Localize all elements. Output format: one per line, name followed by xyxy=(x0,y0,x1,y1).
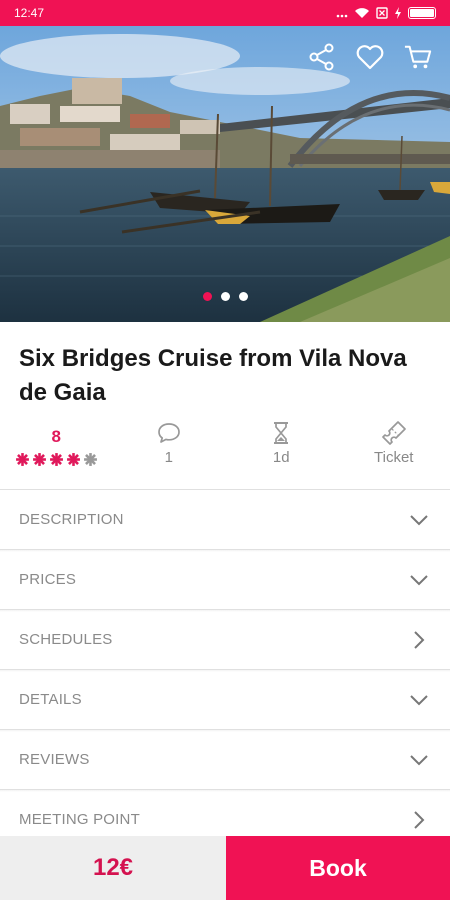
rating-value: 8 xyxy=(51,427,61,446)
star-empty-icon xyxy=(83,453,97,466)
ticket-icon xyxy=(381,421,406,445)
share-button[interactable] xyxy=(308,42,336,72)
section-label: REVIEWS xyxy=(19,751,90,768)
heart-icon xyxy=(356,45,384,70)
cart-button[interactable] xyxy=(404,42,432,72)
carousel-dot-3[interactable] xyxy=(238,292,248,301)
type-value: Ticket xyxy=(374,449,414,466)
carousel-dot-1[interactable] xyxy=(202,292,212,301)
status-bar: 12:47 xyxy=(0,0,450,26)
bottom-bar: 12€ Book xyxy=(0,836,450,900)
duration-stat: 1d xyxy=(225,420,338,480)
chevron-down-icon xyxy=(407,748,431,772)
status-time: 12:47 xyxy=(14,6,45,20)
more-icon xyxy=(336,14,348,18)
book-button[interactable]: Book xyxy=(226,836,450,900)
carousel-dot-2[interactable] xyxy=(220,292,230,301)
chevron-right-icon xyxy=(407,628,431,652)
section-label: DETAILS xyxy=(19,691,82,708)
section-label: SCHEDULES xyxy=(19,631,113,648)
star-filled-icon xyxy=(15,453,29,466)
battery-icon xyxy=(408,7,436,19)
price-label: 12€ xyxy=(0,836,226,900)
section-label: MEETING POINT xyxy=(19,811,140,828)
rating-stat[interactable]: 8 xyxy=(0,420,113,480)
chevron-down-icon xyxy=(407,568,431,592)
favorite-button[interactable] xyxy=(356,42,384,72)
star-filled-icon xyxy=(32,453,46,466)
section-label: PRICES xyxy=(19,571,77,588)
reviews-stat[interactable]: 1 xyxy=(113,420,226,480)
section-reviews[interactable]: REVIEWS xyxy=(0,729,450,792)
comment-icon xyxy=(157,423,180,443)
chevron-right-icon xyxy=(407,808,431,832)
section-label: DESCRIPTION xyxy=(19,511,124,528)
hourglass-icon xyxy=(274,422,289,444)
section-details[interactable]: DETAILS xyxy=(0,669,450,732)
section-description[interactable]: DESCRIPTION xyxy=(0,489,450,552)
hero-image[interactable] xyxy=(0,26,450,322)
hero-actions xyxy=(308,42,432,72)
page-title: Six Bridges Cruise from Vila Nova de Gai… xyxy=(19,345,407,406)
type-stat: Ticket xyxy=(338,420,450,480)
share-icon xyxy=(309,43,334,71)
chevron-down-icon xyxy=(407,688,431,712)
duration-value: 1d xyxy=(272,449,290,466)
cart-icon xyxy=(404,45,432,69)
star-filled-icon xyxy=(49,453,63,466)
section-prices[interactable]: PRICES xyxy=(0,549,450,612)
sim-blocked-icon xyxy=(376,7,388,19)
detail-sections: DESCRIPTION PRICES SCHEDULES DETAILS REVIEWS… xyxy=(0,489,450,852)
charging-icon xyxy=(395,7,401,19)
stats-row: 8 1 1d Ticket xyxy=(0,420,450,480)
section-schedules[interactable]: SCHEDULES xyxy=(0,609,450,672)
chevron-down-icon xyxy=(407,508,431,532)
reviews-count: 1 xyxy=(164,449,173,466)
wifi-icon xyxy=(355,8,369,18)
status-icons xyxy=(336,7,436,19)
rating-stars xyxy=(15,452,98,467)
star-filled-icon xyxy=(66,453,80,466)
carousel-indicator xyxy=(0,292,450,301)
